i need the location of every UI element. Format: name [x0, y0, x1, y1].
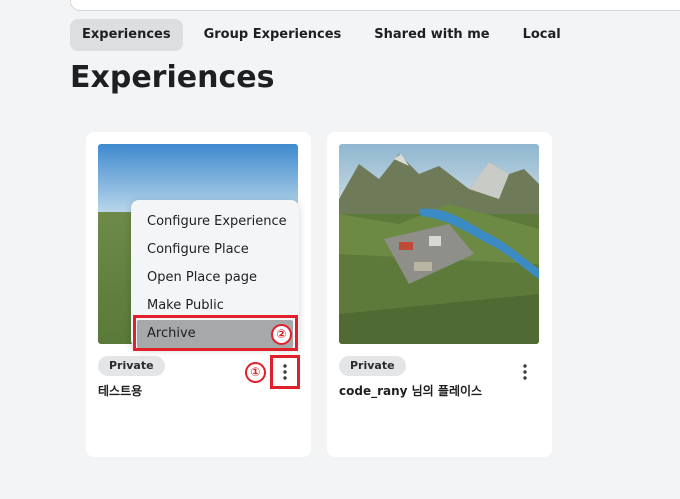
- tab-local[interactable]: Local: [511, 19, 573, 51]
- menu-item-make-public[interactable]: Make Public: [131, 292, 299, 320]
- more-vertical-icon: [523, 364, 527, 380]
- privacy-badge: Private: [339, 356, 406, 376]
- menu-item-configure-place[interactable]: Configure Place: [131, 236, 299, 264]
- page-title: Experiences: [70, 60, 275, 95]
- experience-name[interactable]: 테스트용: [98, 382, 142, 399]
- more-options-button[interactable]: [515, 360, 535, 384]
- terrain-thumbnail-image: [339, 144, 539, 344]
- privacy-badge: Private: [98, 356, 165, 376]
- menu-item-open-place-page[interactable]: Open Place page: [131, 264, 299, 292]
- step-1-marker: ①: [245, 362, 266, 383]
- search-bar[interactable]: [70, 0, 680, 11]
- menu-item-archive[interactable]: Archive: [137, 320, 293, 348]
- step-2-marker: ②: [271, 324, 292, 345]
- more-vertical-icon: [283, 364, 287, 380]
- menu-item-configure-experience[interactable]: Configure Experience: [131, 208, 299, 236]
- tab-shared-with-me[interactable]: Shared with me: [362, 19, 501, 51]
- more-options-button[interactable]: [275, 360, 295, 384]
- tab-group-experiences[interactable]: Group Experiences: [192, 19, 354, 51]
- experience-thumbnail[interactable]: [339, 144, 539, 344]
- experience-tabs: Experiences Group Experiences Shared wit…: [70, 19, 582, 51]
- tab-experiences[interactable]: Experiences: [70, 19, 183, 51]
- experience-card[interactable]: Private code_rany 님의 플레이스: [327, 132, 552, 457]
- experience-name[interactable]: code_rany 님의 플레이스: [339, 382, 482, 399]
